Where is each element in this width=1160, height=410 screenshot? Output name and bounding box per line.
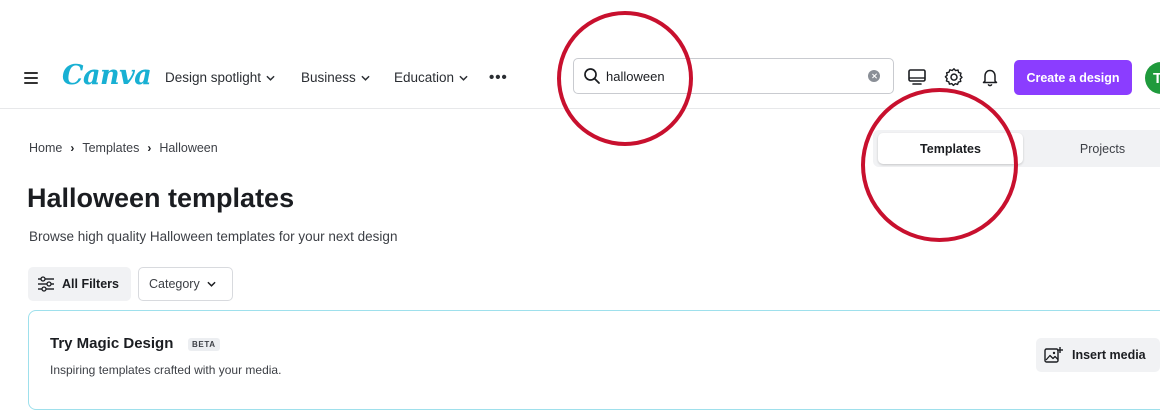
- page-title: Halloween templates: [27, 183, 295, 213]
- page-subtitle: Browse high quality Halloween templates …: [29, 229, 398, 244]
- breadcrumb-current: Halloween: [159, 141, 218, 155]
- clear-icon[interactable]: [868, 70, 880, 82]
- magic-design-title: Try Magic Design: [50, 335, 174, 352]
- all-filters-button[interactable]: All Filters: [28, 267, 131, 301]
- canva-logo[interactable]: Canva: [62, 60, 152, 91]
- annotation-circle-templates-tab: [861, 88, 1018, 242]
- chevron-down-icon: [207, 281, 216, 287]
- beta-badge: BETA: [188, 338, 220, 351]
- magic-design-description: Inspiring templates crafted with your me…: [50, 363, 282, 377]
- magic-design-card: [28, 310, 1160, 410]
- desktop-icon[interactable]: [907, 67, 927, 87]
- image-add-icon: [1044, 347, 1063, 363]
- nav-label: Design spotlight: [165, 70, 262, 85]
- chevron-down-icon: [459, 75, 468, 81]
- nav-label: Education: [394, 70, 455, 85]
- chevron-right-icon: ›: [70, 141, 75, 155]
- filter-sliders-icon: [38, 276, 54, 292]
- all-filters-label: All Filters: [62, 277, 119, 291]
- breadcrumb-templates[interactable]: Templates: [82, 141, 139, 155]
- breadcrumb: Home › Templates › Halloween: [29, 141, 218, 155]
- nav-education[interactable]: Education: [394, 70, 468, 85]
- tab-projects[interactable]: Projects: [1030, 133, 1160, 164]
- bell-icon[interactable]: [980, 67, 1000, 87]
- insert-media-label: Insert media: [1072, 348, 1146, 362]
- annotation-circle-search: [557, 11, 693, 146]
- nav-business[interactable]: Business: [301, 70, 370, 85]
- category-dropdown[interactable]: Category: [138, 267, 233, 301]
- chevron-right-icon: ›: [147, 141, 152, 155]
- breadcrumb-home[interactable]: Home: [29, 141, 62, 155]
- nav-design-spotlight[interactable]: Design spotlight: [165, 70, 275, 85]
- insert-media-button[interactable]: Insert media: [1036, 338, 1160, 372]
- create-design-button[interactable]: Create a design: [1014, 60, 1132, 95]
- gear-icon[interactable]: [944, 67, 964, 87]
- chevron-down-icon: [266, 75, 275, 81]
- chevron-down-icon: [361, 75, 370, 81]
- menu-icon[interactable]: [24, 72, 38, 84]
- nav-label: Business: [301, 70, 356, 85]
- more-menu-button[interactable]: •••: [489, 69, 508, 86]
- category-label: Category: [149, 277, 200, 291]
